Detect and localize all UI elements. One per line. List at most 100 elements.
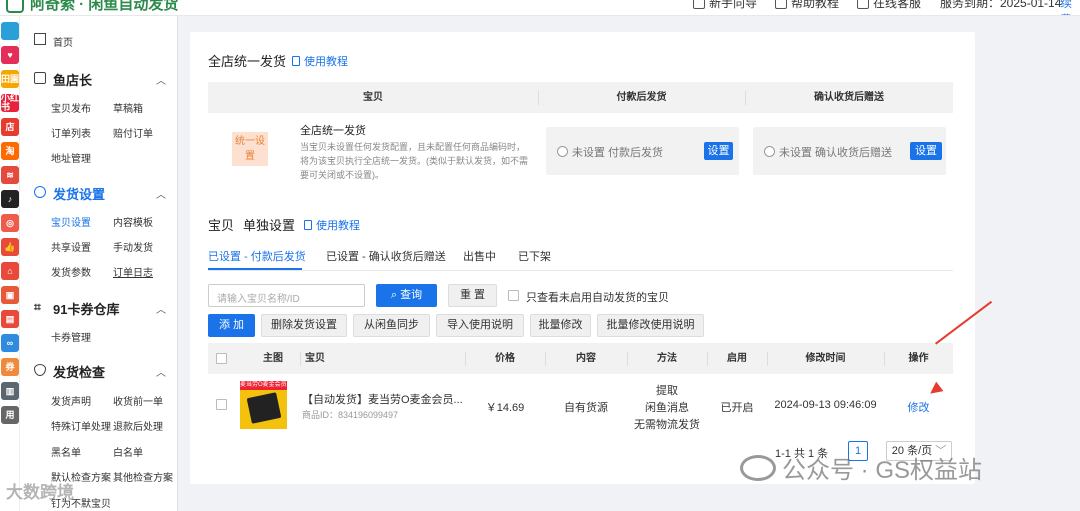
sidebar-item-special-orders[interactable]: 特殊订单处理 [51, 418, 111, 433]
item-enabled: 已开启 [720, 402, 754, 414]
tab-divider [208, 270, 953, 271]
sidebar-item-blacklist[interactable]: 黑名单 [51, 444, 81, 459]
sidebar-item-whitelist[interactable]: 白名单 [113, 444, 143, 459]
only-unset-checkbox[interactable] [508, 290, 519, 301]
global-tutorial-label: 使用教程 [304, 56, 348, 68]
pay-set-button[interactable]: 设置 [704, 142, 733, 160]
brand-logo-icon [6, 0, 24, 13]
sidebar-item-share[interactable]: 共享设置 [51, 239, 91, 254]
card-app-icon[interactable]: ▤ [1, 310, 19, 328]
sidebar-item-before-receipt[interactable]: 收货前一单 [113, 393, 163, 408]
chevron-up-icon[interactable]: ︿ [156, 186, 166, 201]
taobao-app-icon[interactable]: 淘 [1, 142, 19, 160]
tab-paid-shipping[interactable]: 已设置 - 付款后发货 [208, 248, 306, 264]
help-label: 帮助教程 [791, 0, 840, 10]
delete-shipping-button[interactable]: 删除发货设置 [261, 314, 347, 337]
shop-icon [34, 72, 46, 84]
single-tutorial-link[interactable]: 使用教程 [304, 217, 360, 233]
search-input[interactable]: 请输入宝贝名称/ID [208, 284, 365, 307]
tab-on-sale[interactable]: 出售中 [463, 248, 496, 264]
query-label: 查询 [400, 289, 423, 301]
column-header-method: 方法 [657, 353, 677, 364]
sidebar-item-address[interactable]: 地址管理 [51, 150, 91, 165]
wechat-icon [740, 454, 776, 481]
store-app-icon[interactable]: 店 [1, 118, 19, 136]
chevron-up-icon[interactable]: ︿ [156, 301, 166, 316]
radio-icon[interactable] [764, 146, 775, 157]
thumb-app-icon[interactable]: 👍 [1, 238, 19, 256]
sidebar-item-manual[interactable]: 手动发货 [113, 239, 153, 254]
renew-link[interactable]: 续费 [1060, 0, 1080, 15]
sync-xianyu-button[interactable]: 从闲鱼同步 [353, 314, 430, 337]
pay-setting-status: 未设置 付款后发货 [572, 147, 664, 159]
sidebar-item-statement[interactable]: 发货声明 [51, 393, 91, 408]
confirm-setting-box: 未设置 确认收货后赠送 设置 [753, 127, 946, 175]
row-checkbox[interactable] [216, 399, 227, 410]
sidebar-item-orders[interactable]: 订单列表 [51, 125, 91, 140]
reset-button[interactable]: 重 置 [448, 284, 497, 307]
gray-app-icon[interactable]: 用 [1, 406, 19, 424]
tab-delisted[interactable]: 已下架 [518, 248, 551, 264]
sidebar-item-params[interactable]: 发货参数 [51, 264, 91, 279]
tiktok-app-icon[interactable]: ♪ [1, 190, 19, 208]
brand-title: 阿奇索 · 闲鱼自动发货 [30, 0, 179, 13]
sidebar-item-compensation[interactable]: 赔付订单 [113, 125, 153, 140]
wifi-app-icon[interactable]: ≋ [1, 166, 19, 184]
sidebar-item-coupon-manage[interactable]: 卡券管理 [51, 329, 91, 344]
sidebar-section-yudianzhang[interactable]: 鱼店长 [53, 70, 92, 89]
tab-confirm-gift[interactable]: 已设置 - 确认收货后赠送 [326, 248, 446, 264]
query-button[interactable]: ⌕ 查询 [376, 284, 437, 307]
unified-settings-tag: 统一设置 [232, 132, 268, 166]
sidebar-item-after-refund[interactable]: 退款后处理 [113, 418, 163, 433]
tab-active-indicator [208, 268, 302, 270]
help-link[interactable]: 帮助教程 [775, 0, 839, 11]
method-no-logistics: 无需物流发货 [634, 419, 700, 431]
bag-app-icon[interactable]: ▥ [1, 382, 19, 400]
sidebar-item-other-check[interactable]: 其他检查方案 [113, 469, 173, 484]
top-bar: 阿奇索 · 闲鱼自动发货 新手向导 帮助教程 在线客服 服务到期：2025-01… [0, 0, 1080, 16]
import-guide-button[interactable]: 导入使用说明 [436, 314, 524, 337]
item-price: ￥14.69 [485, 402, 525, 414]
column-header-action: 操作 [908, 353, 929, 364]
people-app-icon[interactable]: ◎ [1, 214, 19, 232]
add-button[interactable]: 添 加 [208, 314, 255, 337]
column-header-modified: 修改时间 [805, 353, 846, 364]
confirm-set-button[interactable]: 设置 [910, 142, 942, 160]
sidebar-item-home[interactable]: 首页 [53, 34, 73, 49]
column-header-pay: 付款后发货 [616, 92, 667, 103]
edit-link[interactable]: 修改 [884, 399, 953, 415]
method-message: 闲鱼消息 [645, 402, 689, 414]
batch-edit-guide-button[interactable]: 批量修改使用说明 [597, 314, 704, 337]
heart-app-icon[interactable]: ♥ [1, 46, 19, 64]
guide-link[interactable]: 新手向导 [693, 0, 757, 11]
sidebar-section-shipping[interactable]: 发货设置 [53, 184, 105, 203]
method-extract: 提取 [656, 385, 678, 397]
field-app-icon[interactable]: 田園 [1, 70, 19, 88]
xiaohongshu-app-icon[interactable]: 小红书 [1, 94, 19, 112]
global-tutorial-link[interactable]: 使用教程 [292, 53, 348, 69]
sidebar-item-templates[interactable]: 内容模板 [113, 214, 153, 229]
chevron-up-icon[interactable]: ︿ [156, 72, 166, 87]
radio-icon[interactable] [557, 146, 568, 157]
batch-edit-button[interactable]: 批量修改 [530, 314, 591, 337]
sidebar-section-check[interactable]: 发货检查 [53, 362, 105, 381]
sidebar-item-drafts[interactable]: 草稿箱 [113, 100, 143, 115]
house-app-icon[interactable]: ⌂ [1, 262, 19, 280]
box-app-icon[interactable]: ▣ [1, 286, 19, 304]
coupon-app-icon[interactable]: 券 [1, 358, 19, 376]
card-image [246, 392, 282, 424]
support-link[interactable]: 在线客服 [857, 0, 921, 11]
grid-app-icon[interactable] [1, 22, 19, 40]
chevron-up-icon[interactable]: ︿ [156, 364, 166, 379]
sidebar-section-coupon-warehouse[interactable]: 91卡券仓库 [53, 299, 119, 318]
item-title[interactable]: 【自动发货】麦当劳O麦金会员... [302, 391, 463, 407]
sidebar-item-order-log[interactable]: 订单日志 [113, 264, 153, 279]
sidebar-item-publish[interactable]: 宝贝发布 [51, 100, 91, 115]
headset-icon [857, 0, 869, 9]
select-all-checkbox[interactable] [216, 353, 227, 364]
global-table-header: 宝贝 付款后发货 确认收货后赠送 [208, 82, 953, 113]
pay-setting-box: 未设置 付款后发货 设置 [546, 127, 739, 175]
items-table-header: 主图 宝贝 价格 内容 方法 启用 修改时间 操作 [208, 343, 953, 374]
sidebar-item-item-settings[interactable]: 宝贝设置 [51, 214, 91, 229]
link-app-icon[interactable]: ∞ [1, 334, 19, 352]
